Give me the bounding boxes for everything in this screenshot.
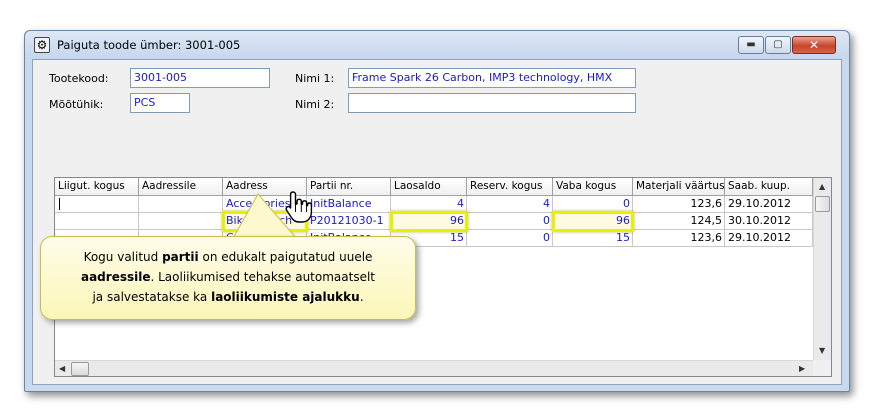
mootuhik-label: Mõõtühik: <box>49 98 104 111</box>
scroll-left-icon[interactable]: ◀ <box>59 364 65 374</box>
scrollbar-corner <box>813 360 831 376</box>
vertical-scrollbar[interactable]: ▲ ▼ <box>813 178 831 360</box>
hand-pointer-icon <box>285 191 313 223</box>
scroll-right-icon[interactable]: ▶ <box>799 364 805 374</box>
callout-text-1: Kogu valitud <box>83 250 163 264</box>
close-button[interactable]: ✕ <box>792 36 836 54</box>
nimi2-label: Nimi 2: <box>295 98 335 111</box>
grid-header: Liigut. kogus Aadressile Aadress Partii … <box>55 178 813 196</box>
text-caret <box>59 198 60 210</box>
cell-reserv-kogus[interactable]: 0 <box>467 213 553 230</box>
cell-liigut-kogus[interactable] <box>55 213 139 230</box>
cell-materjali-vaartus[interactable]: 124,5 <box>633 213 725 230</box>
col-liigut-kogus[interactable]: Liigut. kogus <box>55 178 139 196</box>
cell-aadressile[interactable] <box>139 196 223 213</box>
col-saab-kuup[interactable]: Saab. kuup. <box>725 178 813 196</box>
minimize-button[interactable]: ▬ <box>738 36 764 54</box>
window-client-area: Tootekood: 3001-005 Mõõtühik: PCS Nimi 1… <box>32 59 842 385</box>
cell-liigut-kogus-input[interactable] <box>55 196 139 213</box>
cell-aadressile[interactable] <box>139 213 223 230</box>
col-reserv-kogus[interactable]: Reserv. kogus <box>467 178 553 196</box>
callout-text-5: . <box>359 290 364 304</box>
tootekood-label: Tootekood: <box>49 72 109 85</box>
callout-text-2: on edukalt paigutatud uuele <box>198 250 373 264</box>
col-vaba-kogus[interactable]: Vaba kogus <box>553 178 633 196</box>
callout-text-3: . Laoliikumised tehakse automaatselt <box>150 270 375 284</box>
info-callout: Kogu valitud partii on edukalt paigutatu… <box>40 236 416 320</box>
mootuhik-field[interactable]: PCS <box>130 93 190 113</box>
highlight-vaba-kogus <box>552 211 634 232</box>
col-aadressile[interactable]: Aadressile <box>139 178 223 196</box>
scroll-up-icon[interactable]: ▲ <box>819 182 825 192</box>
cell-materjali-vaartus[interactable]: 123,6 <box>633 230 725 247</box>
nimi2-field[interactable] <box>348 93 636 113</box>
vertical-scroll-thumb[interactable] <box>815 196 830 212</box>
cell-partii-nr[interactable]: InitBalance <box>307 196 391 213</box>
col-laosaldo[interactable]: Laosaldo <box>391 178 467 196</box>
tootekood-field[interactable]: 3001-005 <box>130 68 270 88</box>
cell-saab-kuup[interactable]: 29.10.2012 <box>725 230 813 247</box>
cell-partii-nr[interactable]: P20121030-1 <box>307 213 391 230</box>
highlight-laosaldo <box>390 211 468 232</box>
col-materjali-vaartus[interactable]: Materjali väärtus <box>633 178 725 196</box>
maximize-button[interactable]: ▢ <box>765 36 791 54</box>
cell-vaba-kogus[interactable]: 15 <box>553 230 633 247</box>
callout-bold-partii: partii <box>162 250 199 264</box>
window-title: Paiguta toode ümber: 3001-005 <box>57 38 241 52</box>
nimi1-field[interactable]: Frame Spark 26 Carbon, IMP3 technology, … <box>348 68 636 88</box>
callout-bold-aadressile: aadressile <box>80 270 151 284</box>
col-partii-nr[interactable]: Partii nr. <box>307 178 391 196</box>
nimi1-label: Nimi 1: <box>295 72 335 85</box>
scroll-down-icon[interactable]: ▼ <box>819 346 825 356</box>
cell-saab-kuup[interactable]: 30.10.2012 <box>725 213 813 230</box>
callout-bold-ajalukku: laoliikumiste ajalukku <box>211 290 360 304</box>
cell-saab-kuup[interactable]: 29.10.2012 <box>725 196 813 213</box>
horizontal-scroll-thumb[interactable] <box>71 362 89 376</box>
app-icon[interactable]: ⚙ <box>34 37 50 53</box>
callout-text-4: ja salvestatakse ka <box>92 290 212 304</box>
cell-materjali-vaartus[interactable]: 123,6 <box>633 196 725 213</box>
cell-reserv-kogus[interactable]: 0 <box>467 230 553 247</box>
horizontal-scrollbar[interactable]: ◀ ▶ <box>55 360 813 376</box>
move-product-window: ⚙ Paiguta toode ümber: 3001-005 ▬ ▢ ✕ To… <box>24 30 850 392</box>
title-bar[interactable]: ⚙ Paiguta toode ümber: 3001-005 ▬ ▢ ✕ <box>25 31 849 59</box>
cell-reserv-kogus[interactable]: 4 <box>467 196 553 213</box>
